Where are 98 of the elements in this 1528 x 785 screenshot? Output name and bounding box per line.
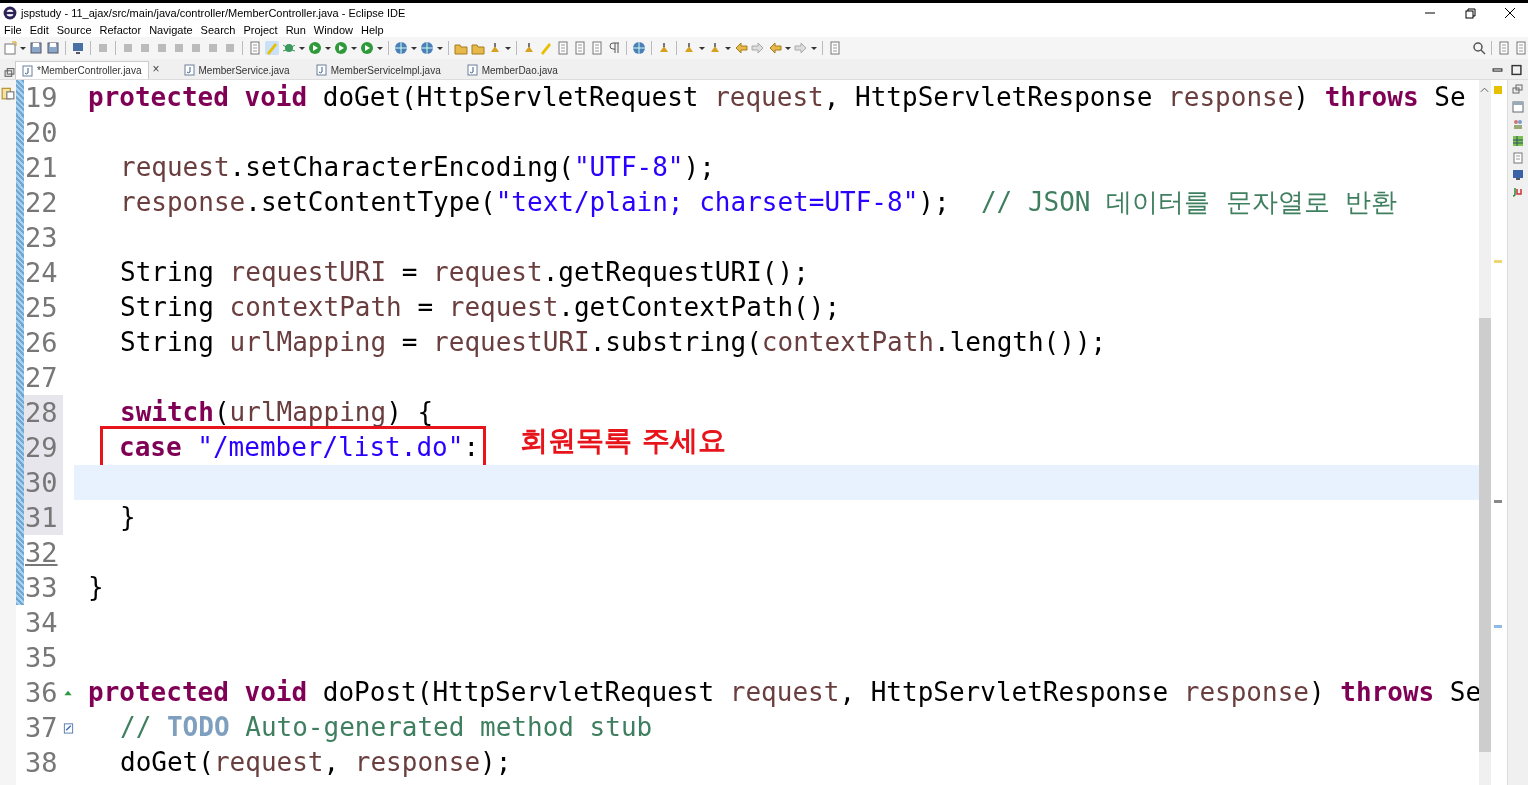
play-icon[interactable] (308, 41, 322, 55)
overview-mark (1494, 625, 1502, 628)
code-line: String contextPath = request.getContextPath(); (120, 291, 841, 324)
code-line: } (88, 571, 104, 604)
java-file-icon (22, 64, 33, 77)
line-number: 22 (24, 186, 59, 220)
code-line: case "/member/list.do": (119, 431, 480, 464)
pin-icon[interactable] (708, 41, 722, 55)
folder-icon[interactable] (471, 41, 485, 55)
java-file-icon (183, 64, 195, 76)
restore-view-icon[interactable] (4, 67, 15, 79)
window-title: jspstudy - 11_ajax/src/main/java/controller/MemberController.java - Eclipse IDE (21, 6, 407, 19)
globe-icon[interactable] (420, 41, 434, 55)
menu-item[interactable]: Navigate (147, 22, 199, 37)
line-number: 34 (24, 606, 59, 640)
junit-icon[interactable] (1512, 186, 1524, 198)
document-icon[interactable] (1497, 41, 1511, 55)
line-number: 26 (24, 326, 59, 360)
code-line: String requestURI = request.getRequestURI(); (120, 256, 809, 289)
line-number: 27 (24, 361, 59, 395)
marker-icon[interactable] (265, 41, 279, 55)
close-tab-button[interactable]: × (152, 62, 160, 76)
document-icon[interactable] (590, 41, 604, 55)
editor-tab[interactable]: MemberService.java (177, 61, 296, 79)
menu-item[interactable]: Help (359, 22, 390, 37)
folder-icon[interactable] (454, 41, 468, 55)
line-number: 28 (24, 395, 63, 430)
code-line: switch(urlMapping) { (120, 396, 434, 429)
code-line: protected void doGet(HttpServletRequest request, HttpServletResponse response) throws Se (88, 81, 1466, 114)
code-line: protected void doPost(HttpServletRequest request, HttpServletResponse response) throws Se (88, 676, 1479, 709)
line-number: 25 (24, 291, 59, 325)
editor-tab[interactable]: *MemberController.java (15, 61, 149, 79)
grid-icon[interactable] (1512, 135, 1524, 147)
overview-mark (1494, 500, 1502, 503)
line-number: 19 (24, 81, 59, 115)
menu-item[interactable]: Run (283, 22, 312, 37)
java-file-icon (466, 64, 478, 76)
java-file-icon (315, 64, 327, 76)
code-line: // TODO Auto-generated method stub (120, 711, 653, 744)
editor-tab[interactable]: MemberServiceImpl.java (309, 61, 447, 79)
overview-mark (1494, 260, 1502, 263)
code-line: } (120, 501, 136, 534)
document-icon[interactable] (556, 41, 570, 55)
line-number: 29 (24, 430, 63, 465)
globe-icon[interactable] (632, 41, 646, 55)
line-number: 21 (24, 151, 59, 185)
clipboard-icon[interactable] (1, 86, 15, 100)
menu-item[interactable]: Source (54, 22, 98, 37)
pin-icon[interactable] (682, 41, 696, 55)
menu-item[interactable]: File (2, 22, 28, 37)
line-number: 20 (24, 116, 59, 150)
monitor-icon[interactable] (71, 41, 85, 55)
play-icon[interactable] (334, 41, 348, 55)
menu-item[interactable]: Window (311, 22, 359, 37)
document-icon[interactable] (573, 41, 587, 55)
document-icon[interactable] (248, 41, 262, 55)
line-number: 32 (24, 536, 59, 570)
line-number: 36 (24, 676, 59, 710)
scrollbar-thumb[interactable] (1479, 318, 1491, 752)
save-icon[interactable] (29, 41, 43, 55)
line-number: 31 (24, 500, 63, 535)
marker-icon[interactable] (539, 41, 553, 55)
menu-item[interactable]: Edit (27, 22, 55, 37)
overview-mark (1494, 86, 1502, 94)
line-number: 37 (24, 711, 59, 745)
pin-icon[interactable] (657, 41, 671, 55)
line-number: 30 (24, 465, 63, 500)
menu-item[interactable]: Search (198, 22, 242, 37)
pilcrow-icon[interactable] (607, 41, 621, 55)
pin-icon[interactable] (488, 41, 502, 55)
line-number: 35 (24, 641, 59, 675)
line-number: 23 (24, 221, 59, 255)
code-line: String urlMapping = requestURI.substring(contextPath.length()); (120, 326, 1107, 359)
line-number: 38 (24, 746, 59, 780)
annotation-text: 회원목록 주세요 (520, 423, 726, 458)
maximize-icon[interactable] (1511, 64, 1522, 76)
code-line: doGet(request, response); (120, 746, 512, 779)
play-icon[interactable] (360, 41, 374, 55)
arrow-right-icon[interactable] (751, 41, 765, 55)
document-icon[interactable] (828, 41, 842, 55)
code-line: request.setCharacterEncoding("UTF-8"); (120, 151, 715, 184)
restore-view-icon[interactable] (1512, 84, 1524, 96)
people-icon[interactable] (1512, 118, 1524, 130)
window-icon[interactable] (1512, 101, 1524, 113)
pin-icon[interactable] (522, 41, 536, 55)
document-icon[interactable] (1512, 152, 1524, 164)
code-line: response.setContentType("text/plain; charset=UTF-8"); // JSON 데이터를 문자열로 반환 (120, 186, 1398, 219)
document-icon[interactable] (1514, 41, 1528, 55)
line-number: 24 (24, 256, 59, 290)
monitor-icon[interactable] (1512, 169, 1524, 181)
save-icon[interactable] (46, 41, 60, 55)
menu-item[interactable]: Refactor (97, 22, 148, 37)
task-icon (63, 721, 74, 734)
search-icon[interactable] (1472, 41, 1486, 55)
globe-icon[interactable] (394, 41, 408, 55)
editor-tab[interactable]: MemberDao.java (460, 61, 564, 79)
line-number: 33 (24, 571, 59, 605)
menu-item[interactable]: Project (241, 22, 284, 37)
